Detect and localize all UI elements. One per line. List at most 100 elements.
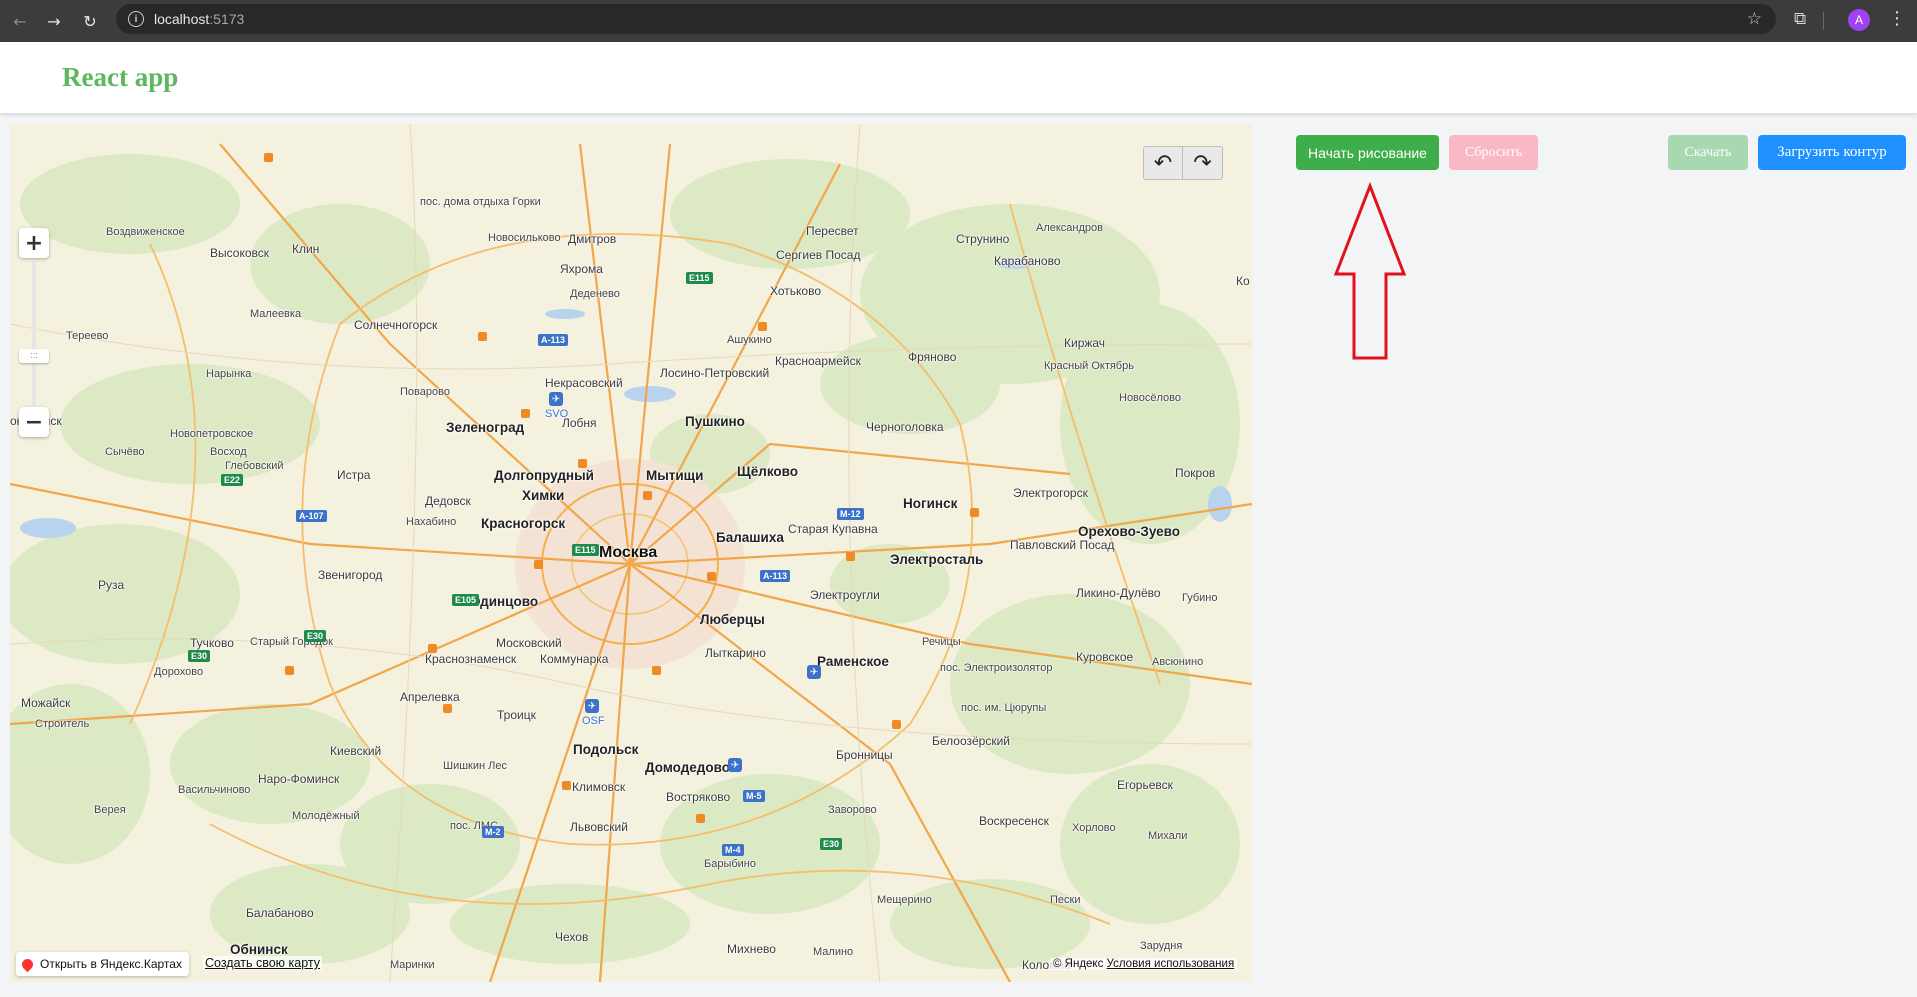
place-label: Новопетровское xyxy=(170,428,254,440)
place-label: Некрасовский xyxy=(545,376,623,390)
place-label: Маринки xyxy=(390,959,435,971)
place-label: Мытищи xyxy=(646,468,704,483)
annotation-arrow-icon xyxy=(1333,181,1407,360)
place-label: Львовский xyxy=(570,820,628,834)
extensions-icon[interactable]: ⧉ xyxy=(1794,9,1806,29)
fuel-station-icon xyxy=(285,666,294,675)
fuel-station-icon xyxy=(578,459,587,468)
road-shield: E30 xyxy=(188,650,211,662)
place-label: Восход xyxy=(210,446,247,458)
redo-icon[interactable]: ↷ xyxy=(1183,146,1223,180)
place-label: Подольск xyxy=(573,742,639,757)
place-label: Воскресенск xyxy=(979,814,1049,828)
place-label: Балабаново xyxy=(246,906,314,920)
place-label: Малеевка xyxy=(250,308,302,320)
fuel-station-icon xyxy=(643,491,652,500)
place-label: пос. дома отдыха Горки xyxy=(420,196,541,208)
place-label: Речицы xyxy=(922,636,961,648)
place-label: Старая Купавна xyxy=(788,522,878,536)
fuel-station-icon xyxy=(443,704,452,713)
road-shield: E30 xyxy=(820,838,843,850)
app-title: React app xyxy=(62,62,179,92)
place-label: Пересвет xyxy=(806,224,859,238)
place-label: Карабаново xyxy=(994,254,1061,268)
place-label: Шишкин Лес xyxy=(443,760,507,772)
place-label: пос. им. Цюрупы xyxy=(961,702,1047,714)
copyright-label: © Яндекс xyxy=(1053,958,1104,970)
zoom-slider-handle[interactable]: ::: xyxy=(19,349,49,363)
start-drawing-button[interactable]: Начать рисование xyxy=(1296,135,1439,170)
fuel-station-icon xyxy=(892,720,901,729)
airport-icon: ✈ xyxy=(807,665,821,679)
place-label: Мещерино xyxy=(877,894,932,906)
place-label: Поварово xyxy=(400,386,450,398)
back-arrow-icon[interactable]: ← xyxy=(6,7,34,35)
place-label: Одинцово xyxy=(470,594,539,609)
place-label: Красный Октябрь xyxy=(1044,360,1134,372)
zoom-control: + ::: − xyxy=(19,228,49,438)
terms-of-use-link[interactable]: Условия использования xyxy=(1107,958,1235,970)
place-label: Ликино-Дулёво xyxy=(1076,586,1161,600)
zoom-slider-track[interactable] xyxy=(32,260,36,406)
place-label: Воздвиженское xyxy=(106,226,185,238)
place-label: Фряново xyxy=(908,350,957,364)
place-label: Белоозёрский xyxy=(932,734,1011,748)
browser-menu-icon[interactable]: ⋮ xyxy=(1888,8,1906,29)
place-label: Красноармейск xyxy=(775,354,861,368)
place-label: Михали xyxy=(1148,830,1188,842)
fuel-station-icon xyxy=(534,560,543,569)
forward-arrow-icon[interactable]: → xyxy=(40,7,68,35)
road-shield: E22 xyxy=(221,474,244,486)
reset-button[interactable]: Сбросить xyxy=(1449,135,1538,170)
fuel-station-icon xyxy=(264,153,273,162)
place-label: Зеленоград xyxy=(446,420,525,435)
road-shield: M-5 xyxy=(743,790,765,802)
place-label: Тереево xyxy=(66,330,109,342)
place-label: Егорьевск xyxy=(1117,778,1173,792)
place-label: Пушкино xyxy=(685,414,745,429)
place-label: Красногорск xyxy=(481,516,566,531)
place-label: Солнечногорск xyxy=(354,318,438,332)
place-label: Ко xyxy=(1236,274,1250,288)
undo-icon[interactable]: ↶ xyxy=(1143,146,1183,180)
open-in-yandex-maps-button[interactable]: Открыть в Яндекс.Картах xyxy=(16,952,189,976)
download-button[interactable]: Скачать xyxy=(1668,135,1748,170)
create-map-link[interactable]: Создать свою карту xyxy=(203,956,323,970)
bookmark-star-icon[interactable]: ☆ xyxy=(1747,9,1762,29)
profile-avatar[interactable]: A xyxy=(1848,9,1870,31)
url-port: :5173 xyxy=(209,11,245,27)
site-info-icon[interactable]: i xyxy=(128,11,144,27)
place-label: Яхрома xyxy=(560,262,603,276)
place-label: Покров xyxy=(1175,466,1216,480)
upload-contour-button[interactable]: Загрузить контур xyxy=(1758,135,1906,170)
place-label: Заворово xyxy=(828,804,877,816)
place-label: Электрогорск xyxy=(1013,486,1088,500)
zoom-in-button[interactable]: + xyxy=(19,228,49,258)
place-label: Нарынка xyxy=(206,368,252,380)
place-label: Востряково xyxy=(666,790,731,804)
road-shield: E105 xyxy=(452,594,480,606)
place-label: Васильчиново xyxy=(178,784,251,796)
place-label: Лосино-Петровский xyxy=(660,366,770,380)
road-shield: E115 xyxy=(572,544,599,556)
place-label: Хотьково xyxy=(770,284,821,298)
place-label: Троицк xyxy=(497,708,536,722)
place-label: Строитель xyxy=(35,718,90,730)
reload-icon[interactable]: ↻ xyxy=(76,7,104,35)
fuel-station-icon xyxy=(758,322,767,331)
airport-label-svo: SVO xyxy=(545,408,569,420)
place-label: Киевский xyxy=(330,744,382,758)
airport-icon: ✈ xyxy=(549,392,563,406)
place-label: Можайск xyxy=(21,696,71,710)
place-label: Барыбино xyxy=(704,858,756,870)
place-label: Долгопрудный xyxy=(494,468,594,483)
place-label: Домодедово xyxy=(645,760,730,775)
zoom-out-button[interactable]: − xyxy=(19,407,49,437)
yandex-map[interactable]: Воздвиженское Новосильково Пересвет Алексан… xyxy=(10,124,1252,982)
fuel-station-icon xyxy=(696,814,705,823)
undo-redo-group: ↶ ↷ xyxy=(1143,146,1223,180)
road-shield: M-4 xyxy=(722,844,744,856)
address-bar[interactable]: i localhost:5173 ☆ xyxy=(116,4,1776,34)
place-label: Климовск xyxy=(572,780,626,794)
place-label: Губино xyxy=(1182,592,1218,604)
